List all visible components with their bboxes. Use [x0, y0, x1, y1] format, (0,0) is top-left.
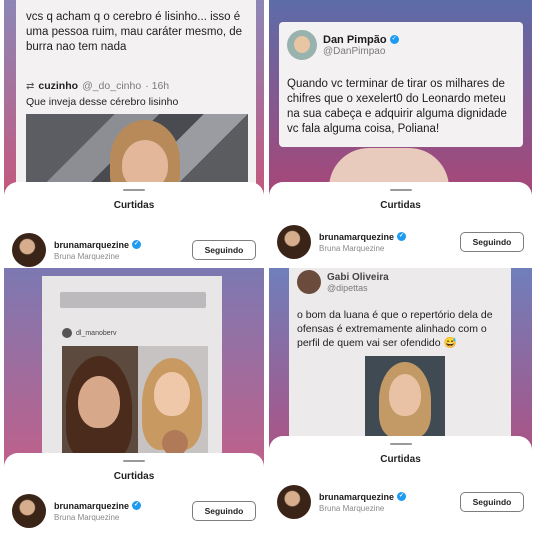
liker-display-name: Bruna Marquezine — [54, 251, 120, 261]
tweet-text: Quando vc terminar de tirar os milhares … — [287, 78, 507, 135]
liker-handle-line: brunamarquezine ✓ — [54, 239, 142, 250]
quote-author-handle: @_do_cinho — [82, 80, 142, 92]
avatar[interactable] — [277, 485, 311, 519]
avatar[interactable] — [12, 494, 46, 528]
person-face — [389, 374, 421, 416]
likes-sheet: Curtidas brunamarquezine ✓ Bruna Marquezi… — [4, 182, 264, 267]
tweet-text: vcs q acham q o cerebro é lisinho... iss… — [26, 11, 243, 53]
person-face — [122, 140, 168, 188]
quote-header: ⇄ cuzinho @_do_cinho · 16h — [26, 80, 169, 92]
quote-time: · 16h — [145, 80, 170, 92]
avatar[interactable] — [297, 270, 321, 294]
verified-icon: ✓ — [397, 232, 407, 241]
liker-row[interactable]: brunamarquezine ✓ Bruna Marquezine Seguin… — [12, 232, 256, 267]
author-name: Dan Pimpão — [323, 33, 387, 46]
following-button[interactable]: Seguindo — [460, 232, 524, 252]
story-handle: dl_manoberv — [76, 329, 117, 337]
right-person-face — [154, 372, 190, 416]
panel-top-left: vcs q acham q o cerebro é lisinho... iss… — [4, 0, 264, 267]
verified-icon: ✓ — [389, 35, 399, 44]
liker-row[interactable]: brunamarquezine ✓ Bruna Marquezine Seguin… — [12, 493, 256, 529]
quote-author-name: cuzinho — [38, 80, 79, 92]
liker-display-name: Bruna Marquezine — [54, 512, 120, 522]
liker-handle-line: brunamarquezine ✓ — [319, 231, 407, 242]
sheet-drag-handle[interactable] — [123, 460, 145, 462]
liker-row[interactable]: brunamarquezine ✓ Bruna Marquezine Seguin… — [277, 224, 524, 260]
story-card: dl_manoberv — [42, 276, 222, 466]
following-button[interactable]: Seguindo — [192, 501, 256, 521]
likes-sheet: Curtidas brunamarquezine ✓ Bruna Marquezi… — [269, 436, 532, 536]
author-header: Gabi Oliveira @dipettas — [297, 270, 389, 294]
story-top-bar — [60, 292, 206, 308]
sheet-title: Curtidas — [380, 200, 421, 211]
story-photo — [62, 346, 208, 460]
tweet-text: o bom da luana é que o repertório dela d… — [297, 309, 493, 349]
panel-bottom-right: Gabi Oliveira @dipettas o bom da luana é… — [269, 268, 532, 536]
liker-row[interactable]: brunamarquezine ✓ Bruna Marquezine Seguin… — [277, 484, 524, 520]
liker-handle: brunamarquezine — [319, 231, 395, 242]
story-avatar — [62, 328, 72, 338]
author-name: Gabi Oliveira — [327, 271, 389, 283]
liker-handle-line: brunamarquezine ✓ — [319, 491, 407, 502]
quoted-photo — [26, 114, 248, 188]
tweet-video-thumbnail[interactable] — [365, 356, 445, 438]
author-handle: @DanPimpao — [323, 45, 386, 57]
sheet-drag-handle[interactable] — [389, 189, 412, 191]
avatar-face — [294, 36, 310, 53]
likes-sheet: Curtidas brunamarquezine ✓ Bruna Marquezi… — [4, 453, 264, 536]
sheet-drag-handle[interactable] — [123, 189, 145, 191]
sheet-title: Curtidas — [380, 454, 421, 465]
verified-icon: ✓ — [397, 492, 407, 501]
avatar[interactable] — [277, 225, 311, 259]
story-author: dl_manoberv — [62, 328, 116, 338]
liker-handle-line: brunamarquezine ✓ — [54, 500, 142, 511]
panel-top-right: Dan Pimpão ✓ @DanPimpao Quando vc termin… — [269, 0, 532, 267]
tweet-card: vcs q acham q o cerebro é lisinho... iss… — [16, 0, 256, 188]
tweet-card: Gabi Oliveira @dipettas o bom da luana é… — [289, 268, 511, 438]
quote-text: Que inveja desse cérebro lisinho — [26, 96, 179, 108]
sheet-title: Curtidas — [113, 200, 155, 211]
following-button[interactable]: Seguindo — [460, 492, 524, 512]
sheet-title: Curtidas — [113, 471, 155, 482]
tweet-card: Dan Pimpão ✓ @DanPimpao Quando vc termin… — [279, 22, 523, 147]
likes-sheet: Curtidas brunamarquezine ✓ Bruna Marquezi… — [269, 182, 532, 267]
liker-handle: brunamarquezine — [319, 491, 395, 502]
liker-display-name: Bruna Marquezine — [319, 243, 385, 253]
panel-bottom-left: dl_manoberv Curtidas brunamarquezine ✓ Br… — [4, 268, 264, 536]
author-handle: @dipettas — [327, 282, 368, 293]
avatar[interactable] — [12, 233, 46, 267]
author-header: Dan Pimpão ✓ @DanPimpao — [287, 30, 399, 60]
following-button[interactable]: Seguindo — [192, 240, 256, 260]
avatar[interactable] — [287, 30, 317, 60]
liker-handle: brunamarquezine — [54, 500, 130, 511]
left-person-face — [78, 376, 120, 428]
retweet-icon: ⇄ — [26, 80, 35, 92]
sheet-drag-handle[interactable] — [389, 443, 412, 445]
liker-handle: brunamarquezine — [54, 239, 130, 250]
verified-icon: ✓ — [132, 501, 142, 510]
verified-icon: ✓ — [132, 240, 142, 249]
liker-display-name: Bruna Marquezine — [319, 503, 385, 513]
